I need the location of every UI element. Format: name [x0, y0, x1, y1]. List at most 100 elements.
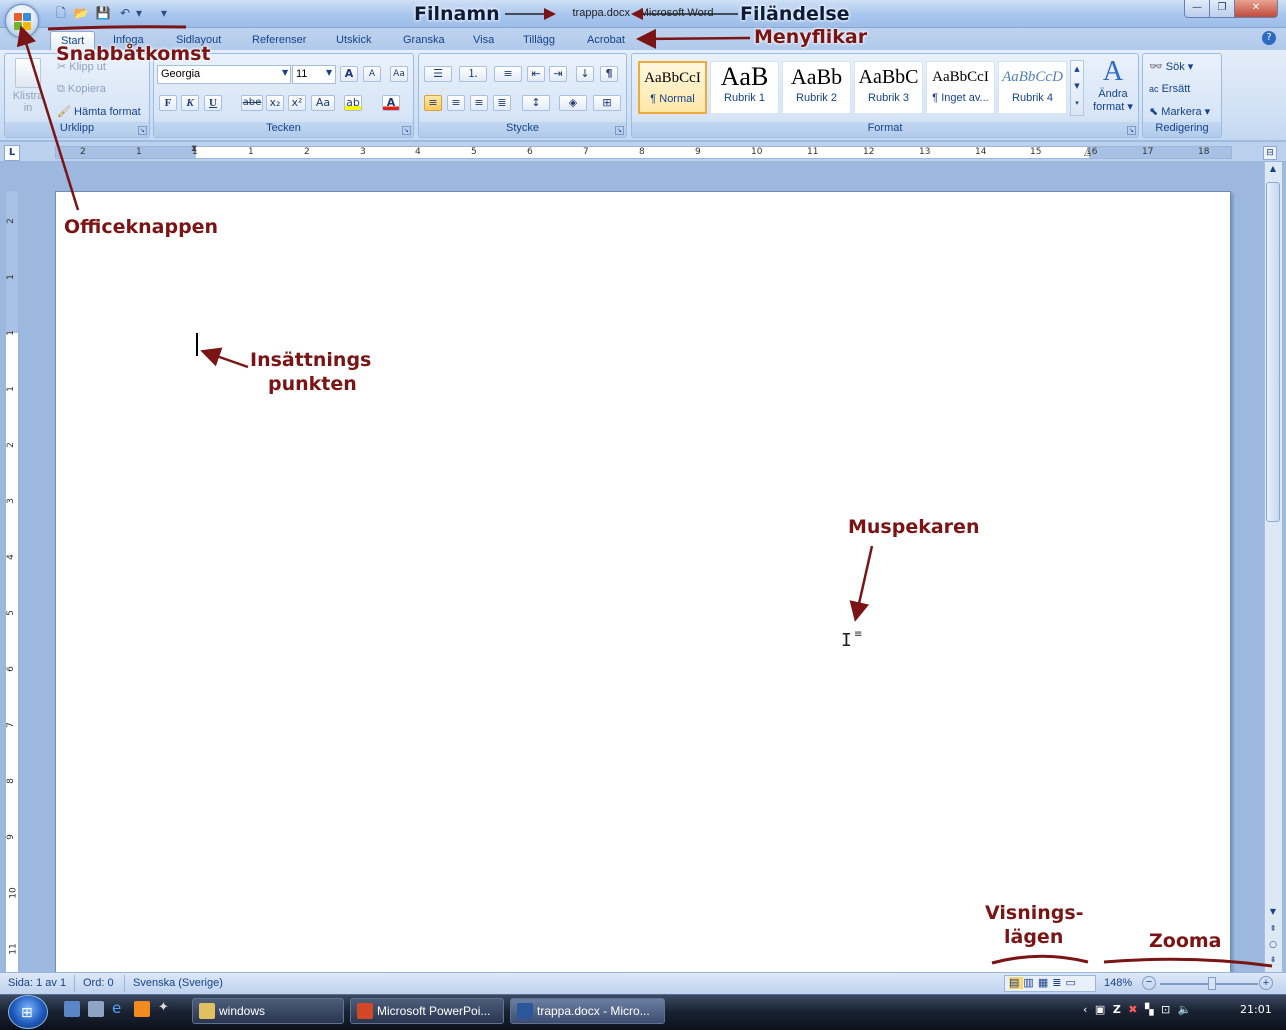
style-tile[interactable]: AaBbCcD Rubrik 4 — [998, 61, 1067, 114]
undo-dropdown-icon[interactable]: ▾ — [134, 5, 144, 21]
tray-z-icon[interactable]: Z — [1113, 1003, 1123, 1016]
word-count[interactable]: Ord: 0 — [83, 977, 114, 989]
horizontal-ruler[interactable]: 2 1 1 1 2 3 4 5 6 7 8 9 10 11 12 13 14 15 16 17 18 ⧗ △ — [55, 144, 1232, 159]
help-icon[interactable]: ? — [1262, 31, 1276, 45]
gallery-scroll[interactable]: ▲ ▼ ▾ — [1070, 60, 1084, 116]
font-color-button[interactable]: A — [382, 95, 400, 111]
volume-icon[interactable]: 🔈 — [1178, 1003, 1194, 1016]
numbering-icon[interactable]: ⒈ — [459, 66, 487, 82]
superscript-button[interactable]: x² — [288, 95, 306, 111]
bullets-icon[interactable]: ☰ — [424, 66, 452, 82]
view-ruler-icon[interactable]: ⊟ — [1263, 146, 1277, 160]
styles-launcher-icon[interactable]: ↘ — [1127, 126, 1136, 135]
style-tile[interactable]: AaBbCcI ¶ Normal — [638, 61, 707, 114]
grow-font-button[interactable]: A — [340, 66, 358, 82]
open-folder-icon[interactable]: 📂 — [72, 5, 90, 21]
taskbar-item-powerpoint[interactable]: Microsoft PowerPoi... — [350, 998, 504, 1024]
find-button[interactable]: 👓 Sök ▾ — [1149, 60, 1193, 73]
clock[interactable]: 21:01 — [1240, 998, 1272, 1022]
right-indent-marker-icon[interactable]: △ — [1084, 148, 1091, 158]
maximize-button[interactable]: ❐ — [1209, 0, 1235, 18]
borders-icon[interactable]: ⊞ — [593, 95, 621, 111]
document-page[interactable]: I ≡ — [55, 191, 1231, 981]
italic-button[interactable]: K — [181, 95, 199, 111]
select-button[interactable]: ⬉ Markera ▾ — [1149, 105, 1210, 118]
paste-button[interactable]: Klistra in — [10, 58, 46, 120]
underline-button[interactable]: U — [204, 95, 222, 111]
tab-referenser[interactable]: Referenser — [252, 31, 306, 50]
tray-x-icon[interactable]: ✖ — [1128, 1003, 1139, 1016]
highlight-icon[interactable]: ab — [344, 95, 362, 111]
change-styles-button[interactable]: A Ändra format ▾ — [1090, 56, 1136, 113]
tab-utskick[interactable]: Utskick — [336, 31, 371, 50]
web-layout-icon[interactable]: ▦ — [1038, 977, 1052, 989]
outline-icon[interactable]: ≣ — [1052, 977, 1065, 989]
shading-icon[interactable]: ◈ — [559, 95, 587, 111]
align-center-icon[interactable]: ≡ — [447, 95, 465, 111]
indent-marker-icon[interactable]: ⧗ — [191, 144, 197, 154]
undo-icon[interactable]: ↶ — [116, 5, 134, 21]
sort-icon[interactable]: ↓ — [576, 66, 594, 82]
minimize-button[interactable]: — — [1184, 0, 1210, 18]
tab-granska[interactable]: Granska — [403, 31, 445, 50]
font-name-combo[interactable]: Georgia — [157, 65, 291, 84]
font-name-dropdown-icon[interactable]: ▼ — [282, 68, 288, 77]
office-button[interactable] — [5, 4, 39, 38]
new-document-icon[interactable]: 🗋 — [52, 5, 70, 21]
vertical-ruler[interactable]: 2 1 1 1 2 3 4 5 6 7 8 9 10 11 — [5, 190, 19, 975]
shrink-font-button[interactable]: A — [363, 66, 381, 82]
strikethrough-button[interactable]: abe — [241, 95, 263, 111]
zoom-slider-thumb[interactable] — [1208, 977, 1216, 990]
paragraph-launcher-icon[interactable]: ↘ — [615, 126, 624, 135]
format-painter-button[interactable]: 🖌 Hämta format — [57, 105, 141, 118]
style-tile[interactable]: AaBbC Rubrik 3 — [854, 61, 923, 114]
tab-tillagg[interactable]: Tillägg — [523, 31, 555, 50]
browse-object-icon[interactable]: ○ — [1266, 940, 1280, 950]
scroll-up-icon[interactable]: ▲ — [1266, 164, 1280, 178]
replace-button[interactable]: ac Ersätt — [1149, 83, 1190, 95]
media-player-icon[interactable] — [134, 1001, 150, 1017]
tray-app-icon[interactable]: ▣ — [1095, 1003, 1107, 1016]
align-left-icon[interactable]: ≡ — [424, 95, 442, 111]
full-screen-reading-icon[interactable]: ▥ — [1023, 977, 1037, 989]
tab-visa[interactable]: Visa — [473, 31, 494, 50]
font-launcher-icon[interactable]: ↘ — [402, 126, 411, 135]
language-indicator[interactable]: Svenska (Sverige) — [133, 977, 223, 989]
style-tile[interactable]: AaB Rubrik 1 — [710, 61, 779, 114]
quicklaunch-icon[interactable]: ✦ — [158, 1000, 169, 1015]
copy-button[interactable]: ⧉ Kopiera — [57, 83, 106, 96]
increase-indent-icon[interactable]: ⇥ — [549, 66, 567, 82]
scroll-down-icon[interactable]: ▼ — [1266, 907, 1280, 921]
internet-explorer-icon[interactable]: e — [112, 999, 121, 1017]
save-icon[interactable]: 💾 — [94, 5, 112, 21]
clipboard-launcher-icon[interactable]: ↘ — [138, 126, 147, 135]
line-spacing-icon[interactable]: ↕ — [522, 95, 550, 111]
taskbar-item-word[interactable]: trappa.docx - Micro... — [510, 998, 665, 1024]
font-size-dropdown-icon[interactable]: ▼ — [326, 68, 332, 77]
taskbar-item-windows[interactable]: windows — [192, 998, 344, 1024]
decrease-indent-icon[interactable]: ⇤ — [527, 66, 545, 82]
align-right-icon[interactable]: ≡ — [470, 95, 488, 111]
previous-page-icon[interactable]: ⇞ — [1266, 924, 1280, 933]
style-tile[interactable]: AaBb Rubrik 2 — [782, 61, 851, 114]
show-desktop-icon[interactable] — [64, 1001, 80, 1017]
page-count[interactable]: Sida: 1 av 1 — [8, 977, 66, 989]
print-layout-icon[interactable]: ▤ — [1009, 977, 1024, 989]
network-icon[interactable]: ⊡ — [1161, 1003, 1172, 1016]
zoom-out-icon[interactable]: − — [1142, 976, 1156, 990]
close-button[interactable]: ✕ — [1234, 0, 1278, 18]
draft-icon[interactable]: ▭ — [1065, 977, 1079, 989]
clear-format-icon[interactable]: Aa — [390, 66, 408, 82]
switch-windows-icon[interactable] — [88, 1001, 104, 1017]
zoom-level[interactable]: 148% — [1104, 977, 1132, 989]
scrollbar-thumb[interactable] — [1266, 182, 1280, 522]
tab-selector-icon[interactable]: L — [4, 145, 20, 161]
change-case-button[interactable]: Aa — [311, 95, 335, 111]
next-page-icon[interactable]: ⇟ — [1266, 955, 1280, 964]
start-button[interactable]: ⊞ — [8, 995, 48, 1029]
justify-icon[interactable]: ≣ — [493, 95, 511, 111]
multilevel-list-icon[interactable]: ≡ — [494, 66, 522, 82]
customize-qat-icon[interactable]: ▾ — [158, 5, 170, 21]
tray-checker-icon[interactable]: ▚ — [1145, 1003, 1155, 1016]
bold-button[interactable]: F — [159, 95, 177, 111]
